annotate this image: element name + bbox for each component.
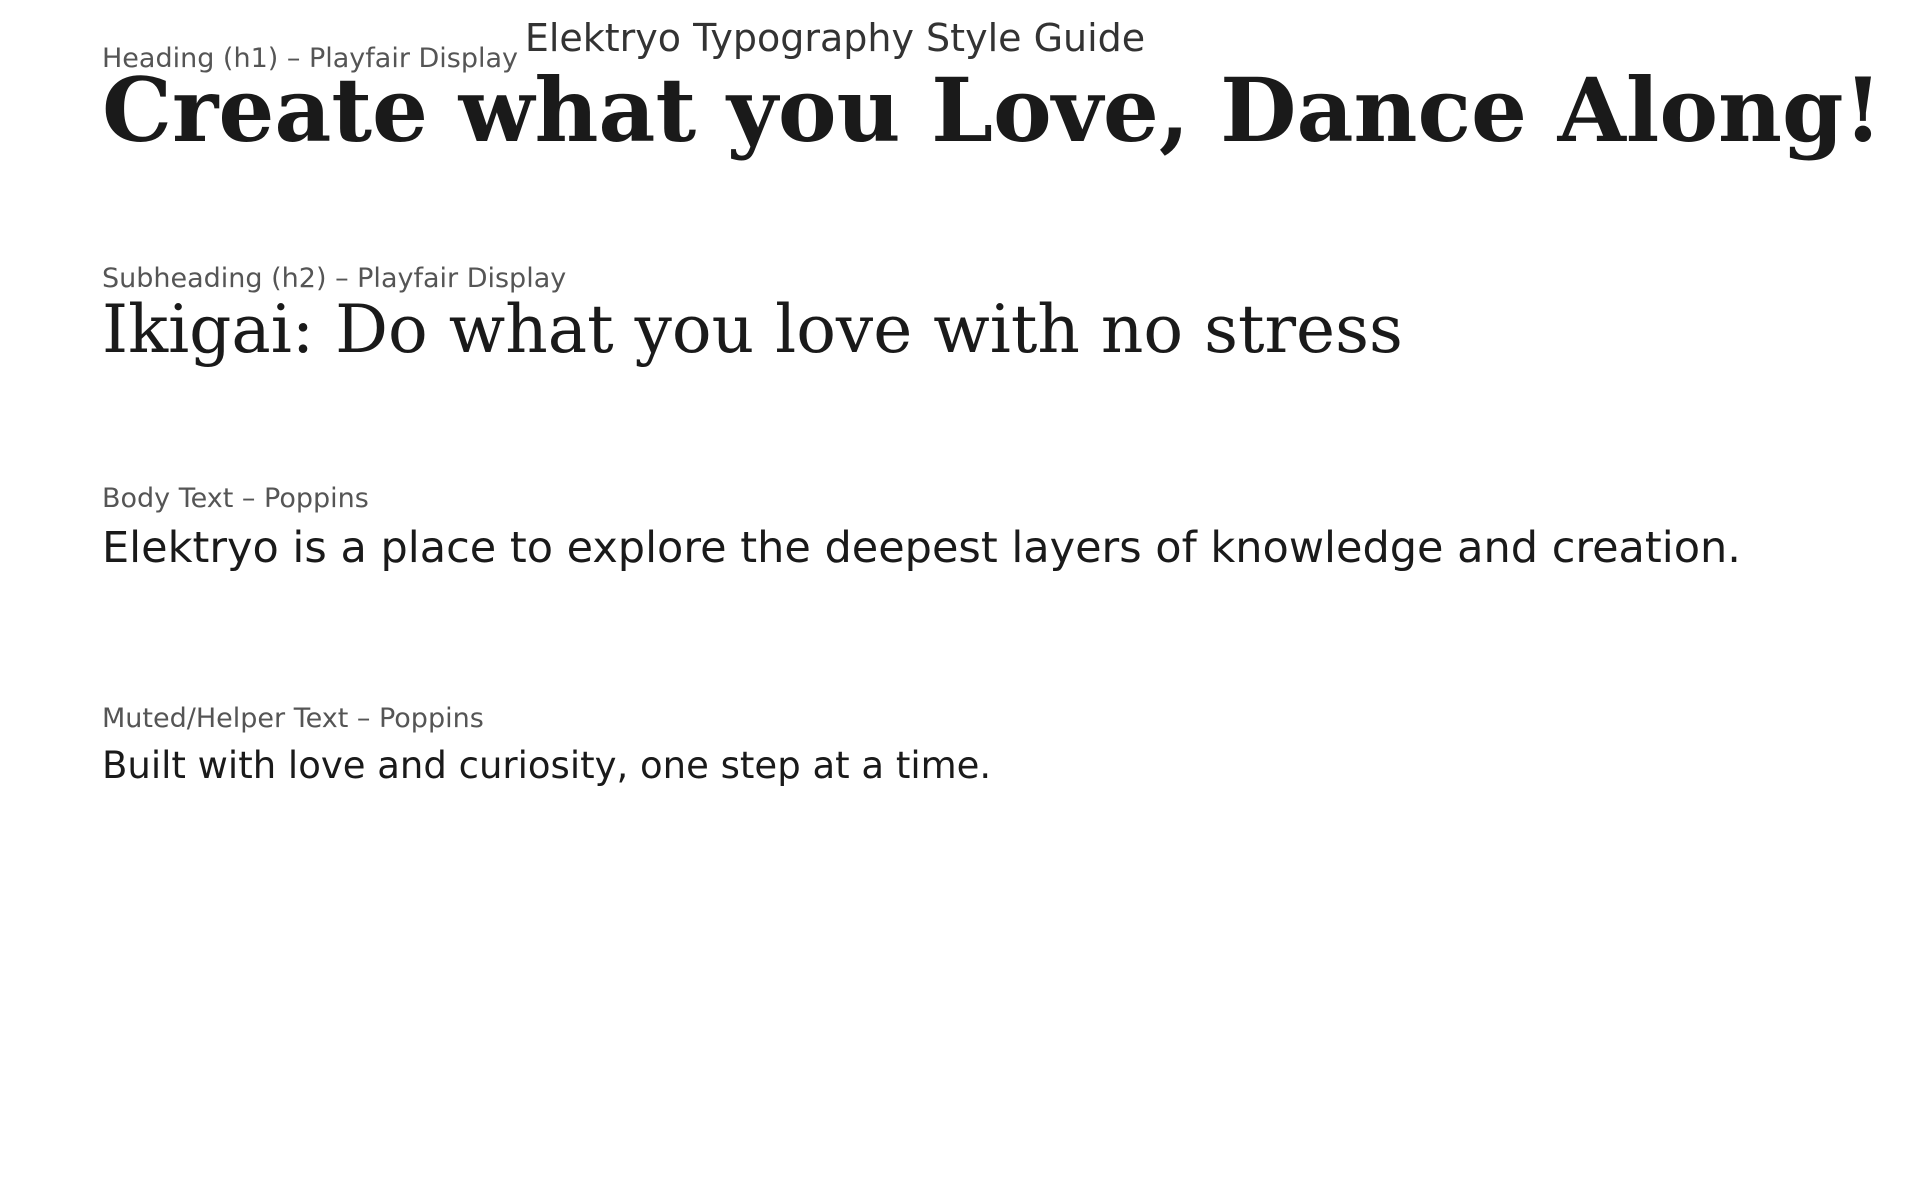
muted-text-section: Muted/Helper Text – Poppins Built with l… <box>102 702 991 790</box>
subheading-h2-sample: Ikigai: Do what you love with no stress <box>102 291 1403 368</box>
body-text-caption: Body Text – Poppins <box>102 483 369 514</box>
heading-h1-sample: Create what you Love, Dance Along! <box>102 58 1883 162</box>
body-text-sample: Elektryo is a place to explore the deepe… <box>102 523 1741 573</box>
style-guide-page: Elektryo Typography Style Guide Heading … <box>0 0 1918 1180</box>
muted-text-sample: Built with love and curiosity, one step … <box>102 744 992 787</box>
muted-text-caption: Muted/Helper Text – Poppins <box>102 703 484 734</box>
heading-h1-section: Heading (h1) – Playfair Display Create w… <box>102 42 1882 160</box>
subheading-h2-section: Subheading (h2) – Playfair Display Ikiga… <box>102 262 1403 370</box>
body-text-section: Body Text – Poppins Elektryo is a place … <box>102 482 1741 576</box>
